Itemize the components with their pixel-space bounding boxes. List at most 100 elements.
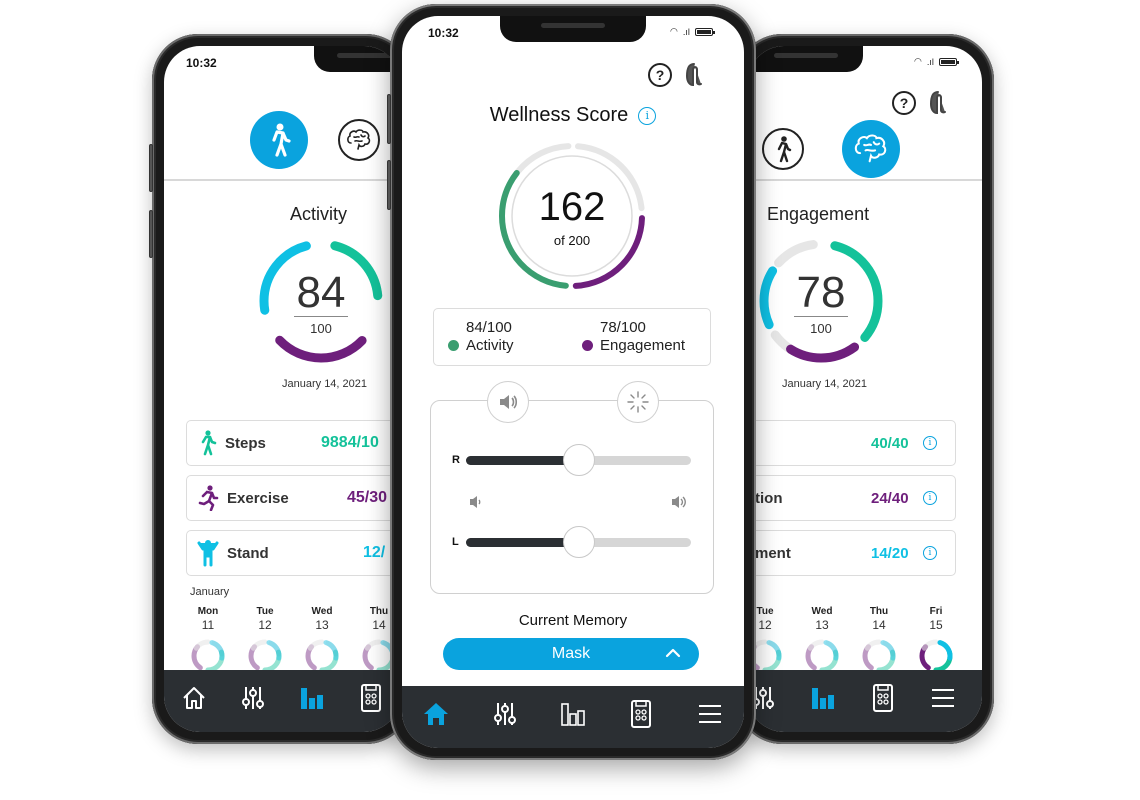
score-value: 84 [296,268,346,317]
volume-down-button [387,160,391,210]
bar-chart-icon [812,688,834,709]
nav-remote[interactable] [354,681,388,715]
volume-up-button [387,94,391,144]
bottom-nav [748,670,982,732]
left-volume-slider[interactable] [466,526,691,558]
phone-engagement: ◠ .ıl ? Engagement 78 100 January 14, 20… [736,34,994,744]
wifi-icon: ◠ [670,26,678,36]
noise-mode-button[interactable] [617,381,659,423]
hamburger-menu-icon [698,705,721,723]
status-icons: ◠ .ıl [914,56,959,67]
metric-row-steps[interactable]: Steps 9884/10 [186,420,400,466]
home-icon [182,687,205,709]
nav-menu[interactable] [928,681,958,715]
metric-label: Stand [227,544,269,562]
score-divider [294,316,348,317]
memory-select[interactable]: Mask [443,638,699,670]
day-wed[interactable]: Wed 13 [297,606,347,674]
notch [314,46,400,72]
nav-menu[interactable] [693,697,727,731]
day-number: 13 [815,618,829,632]
activity-tab[interactable] [762,128,804,170]
section-title: Activity [290,204,348,224]
metric-row[interactable]: tion 24/40 i [748,475,956,521]
day-ring [191,639,225,673]
info-icon[interactable]: i [923,546,937,560]
slider-label-right: R [452,454,460,466]
memory-value: Mask [551,645,591,662]
metric-label: ment [755,544,791,562]
volume-down-button [149,210,153,258]
date-label: January 14, 2021 [782,378,868,390]
nav-remote[interactable] [868,681,898,715]
screen-engagement: ◠ .ıl ? Engagement 78 100 January 14, 20… [748,46,982,732]
metric-label: tion [755,489,783,507]
nav-stats[interactable] [808,681,838,715]
slider-thumb[interactable] [562,444,595,476]
nav-home[interactable] [177,681,211,715]
phone-activity: 10:32 Activity 84 100 January 14, 2021 S… [149,34,412,744]
walking-person-icon [777,136,792,163]
bar-chart-icon [561,703,585,726]
current-memory-label: Current Memory [518,612,628,629]
nav-adjust[interactable] [488,697,522,731]
day-wed[interactable]: Wed 13 [797,606,847,674]
remote-icon [873,684,893,712]
slider-thumb[interactable] [562,526,595,558]
legend-value: 84/100 [466,319,512,336]
day-number: 11 [201,618,215,632]
info-icon[interactable]: i [923,491,937,505]
metric-value: 9884/10 [321,434,379,451]
screen-wellness: 10:32 ◠ .ıl ? Wellness Score i 162 of 200 [402,16,744,748]
sliders-icon [241,687,264,709]
nav-adjust[interactable] [236,681,270,715]
metric-label: Steps [225,434,266,452]
signal-icon: .ıl [926,56,934,67]
stand-icon [197,540,219,567]
score-total: 100 [810,321,832,336]
notch [500,16,646,42]
metric-row[interactable]: ment 14/20 i [748,530,956,576]
day-ring [248,639,282,673]
info-icon[interactable]: i [923,436,937,450]
volume-mode-button[interactable] [487,381,529,423]
metric-row-stand[interactable]: Stand 12/ [186,530,400,576]
legend-dot [448,340,459,351]
hearing-aid-icon[interactable] [684,62,704,88]
metric-row-exercise[interactable]: Exercise 45/30 [186,475,400,521]
home-icon [424,703,449,725]
steps-icon [201,430,217,456]
activity-tab[interactable] [250,111,308,169]
bottom-nav [402,686,744,748]
notch [748,46,863,72]
legend-engagement: 78/100 Engagement [582,319,685,355]
day-name: Wed [311,606,333,617]
nav-stats[interactable] [556,697,590,731]
info-icon[interactable]: i [638,106,657,125]
legend-activity: 84/100 Activity [448,319,514,355]
engagement-tab[interactable] [338,119,380,161]
right-volume-slider[interactable] [466,444,691,476]
screen-activity: 10:32 Activity 84 100 January 14, 2021 S… [164,46,400,732]
brain-icon [347,129,371,150]
remote-icon [631,700,652,728]
metric-row[interactable]: 40/40 i [748,420,956,466]
help-button[interactable]: ? [892,91,916,115]
day-thu[interactable]: Thu 14 [854,606,904,674]
divider [164,179,400,181]
nav-home[interactable] [419,697,453,731]
metric-value: 45/30 [347,489,388,506]
day-mon[interactable]: Mon 11 [183,606,233,674]
day-fri[interactable]: Fri 15 [911,606,961,674]
engagement-score-ring: 78 100 [756,236,886,366]
engagement-tab[interactable] [842,120,900,178]
metric-value: 14/20 [871,544,909,562]
nav-remote[interactable] [624,697,658,731]
help-button[interactable]: ? [648,63,672,87]
day-number: 13 [315,618,329,632]
day-tue[interactable]: Tue 12 [240,606,290,674]
nav-stats[interactable] [295,681,329,715]
remote-icon [360,684,381,712]
volume-low-icon [470,496,481,508]
hearing-aid-icon[interactable] [928,90,948,116]
